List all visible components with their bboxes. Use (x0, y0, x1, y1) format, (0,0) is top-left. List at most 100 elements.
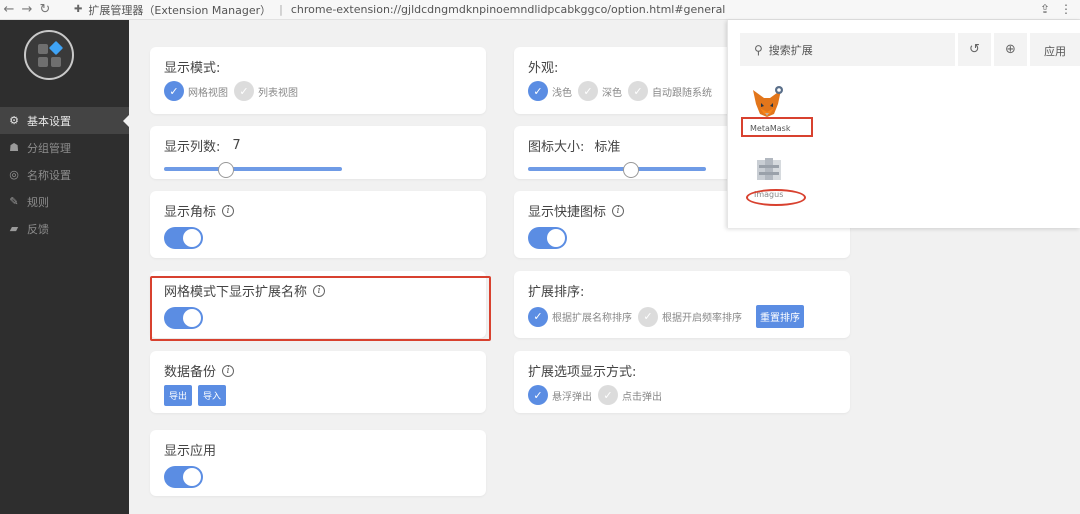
show-badge-card: 显示角标 i (150, 191, 486, 258)
option-label: 点击弹出 (622, 391, 662, 403)
sidebar-menu: ⚙ 基本设置 ☗ 分组管理 ◎ 名称设置 ✎ 规则 ▰ 反馈 (0, 107, 129, 242)
share-icon[interactable]: ⇪ (1040, 2, 1050, 16)
export-button[interactable]: 导出 (164, 385, 193, 406)
slider-handle[interactable] (623, 162, 639, 178)
extension-tile-imagus[interactable] (756, 156, 782, 186)
history-icon[interactable]: ↺ (958, 33, 991, 66)
sort-title: 扩展排序: (528, 285, 585, 300)
compass-icon: ◎ (9, 168, 19, 181)
browser-toolbar: ← → ↻ ✚ 扩展管理器（Extension Manager） | chrom… (0, 0, 1080, 20)
show-shortcut-icon-toggle[interactable] (528, 227, 567, 249)
highlight-box (150, 276, 491, 341)
check-icon: ✓ (234, 81, 254, 101)
option-click-popup[interactable]: ✓ 点击弹出 (598, 385, 662, 405)
option-sort-by-name[interactable]: ✓ 根据扩展名称排序 (528, 306, 632, 327)
sidebar-item-label: 分组管理 (27, 141, 71, 155)
columns-value: 7 (232, 138, 241, 153)
search-input[interactable]: ⚲ 搜索扩展 (740, 33, 955, 66)
divider: | (279, 3, 283, 16)
info-icon[interactable]: i (222, 204, 235, 217)
option-label: 网格视图 (188, 87, 228, 99)
show-badge-toggle[interactable] (164, 227, 203, 249)
option-list-view[interactable]: ✓ 列表视图 (234, 81, 298, 101)
sidebar-item-label: 基本设置 (27, 114, 71, 128)
columns-title: 显示列数: (164, 140, 221, 155)
url-text: chrome-extension://gjldcdngmdknpinoemndl… (290, 3, 726, 16)
option-label: 自动跟随系统 (652, 87, 712, 99)
check-icon: ✓ (638, 306, 658, 327)
icon-size-value: 标准 (594, 140, 621, 155)
back-icon[interactable]: ← (0, 2, 18, 17)
option-label: 浅色 (552, 87, 572, 99)
hierarchy-icon: ☗ (9, 141, 19, 154)
reset-sort-button[interactable]: 重置排序 (756, 305, 804, 328)
reload-icon[interactable]: ↻ (36, 2, 54, 17)
check-icon: ✓ (598, 385, 618, 405)
forward-icon[interactable]: → (18, 2, 36, 17)
option-label: 根据开启频率排序 (662, 313, 742, 324)
check-icon: ✓ (528, 81, 548, 101)
check-icon: ✓ (528, 385, 548, 405)
check-icon: ✓ (528, 306, 548, 327)
search-placeholder: 搜索扩展 (768, 43, 813, 57)
icon-size-title: 图标大小: (528, 140, 585, 155)
display-mode-card: 显示模式: ✓ 网格视图 ✓ 列表视图 (150, 47, 486, 114)
sidebar-item-feedback[interactable]: ▰ 反馈 (0, 215, 129, 242)
import-button[interactable]: 导入 (198, 385, 227, 406)
info-icon[interactable]: i (222, 364, 235, 377)
backup-title: 数据备份 (164, 365, 217, 380)
check-icon: ✓ (628, 81, 648, 101)
sidebar: ⚙ 基本设置 ☗ 分组管理 ◎ 名称设置 ✎ 规则 ▰ 反馈 (0, 20, 129, 514)
show-apps-toggle[interactable] (164, 466, 203, 488)
metamask-icon (753, 86, 783, 117)
columns-card: 显示列数: 7 (150, 126, 486, 179)
option-auto-system[interactable]: ✓ 自动跟随系统 (628, 81, 712, 101)
highlight-oval (746, 189, 806, 206)
icon-size-slider[interactable] (528, 162, 706, 178)
app-logo (24, 30, 74, 80)
search-icon: ⚲ (754, 42, 763, 57)
puzzle-icon: ✚ (74, 4, 83, 15)
option-hover-popup[interactable]: ✓ 悬浮弹出 (528, 385, 592, 405)
columns-slider[interactable] (164, 162, 342, 178)
extension-popup: ⚲ 搜索扩展 ↺ ⊕ 应用 MetaMask Imagus (727, 20, 1080, 228)
gear-icon: ⚙ (9, 114, 19, 127)
option-label: 根据扩展名称排序 (552, 313, 632, 324)
show-apps-card: 显示应用 (150, 430, 486, 496)
address-bar[interactable]: ✚ 扩展管理器（Extension Manager） | chrome-exte… (74, 2, 725, 18)
option-label: 悬浮弹出 (552, 391, 592, 403)
option-sort-by-frequency[interactable]: ✓ 根据开启频率排序 (638, 306, 742, 327)
info-icon[interactable]: i (612, 204, 625, 217)
slider-handle[interactable] (218, 162, 234, 178)
option-label: 列表视图 (258, 87, 298, 99)
sidebar-item-basic-settings[interactable]: ⚙ 基本设置 (0, 107, 129, 134)
sidebar-item-label: 名称设置 (27, 168, 71, 182)
apps-button[interactable]: 应用 (1030, 33, 1080, 66)
show-shortcut-icon-title: 显示快捷图标 (528, 205, 607, 220)
sidebar-item-label: 规则 (27, 195, 49, 209)
display-mode-title: 显示模式: (164, 61, 221, 76)
sidebar-item-name-settings[interactable]: ◎ 名称设置 (0, 161, 129, 188)
imagus-icon (757, 158, 781, 180)
sidebar-item-label: 反馈 (27, 222, 49, 236)
sort-card: 扩展排序: ✓ 根据扩展名称排序 ✓ 根据开启频率排序 重置排序 (514, 271, 850, 338)
chat-icon: ▰ (9, 222, 19, 235)
edit-icon: ✎ (9, 195, 19, 208)
show-badge-title: 显示角标 (164, 205, 217, 220)
option-dark[interactable]: ✓ 深色 (578, 81, 622, 101)
sidebar-item-rules[interactable]: ✎ 规则 (0, 188, 129, 215)
add-icon[interactable]: ⊕ (994, 33, 1027, 66)
highlight-box (741, 117, 813, 137)
sidebar-item-group-management[interactable]: ☗ 分组管理 (0, 134, 129, 161)
tab-title: 扩展管理器（Extension Manager） (88, 3, 272, 17)
show-apps-title: 显示应用 (164, 444, 217, 459)
option-label: 深色 (602, 87, 622, 99)
check-icon: ✓ (578, 81, 598, 101)
option-display-title: 扩展选项显示方式: (528, 365, 637, 380)
backup-card: 数据备份 i 导出 导入 (150, 351, 486, 413)
menu-icon[interactable]: ⋮ (1060, 2, 1072, 16)
option-grid-view[interactable]: ✓ 网格视图 (164, 81, 228, 101)
appearance-title: 外观: (528, 61, 559, 76)
option-display-card: 扩展选项显示方式: ✓ 悬浮弹出 ✓ 点击弹出 (514, 351, 850, 413)
option-light[interactable]: ✓ 浅色 (528, 81, 572, 101)
